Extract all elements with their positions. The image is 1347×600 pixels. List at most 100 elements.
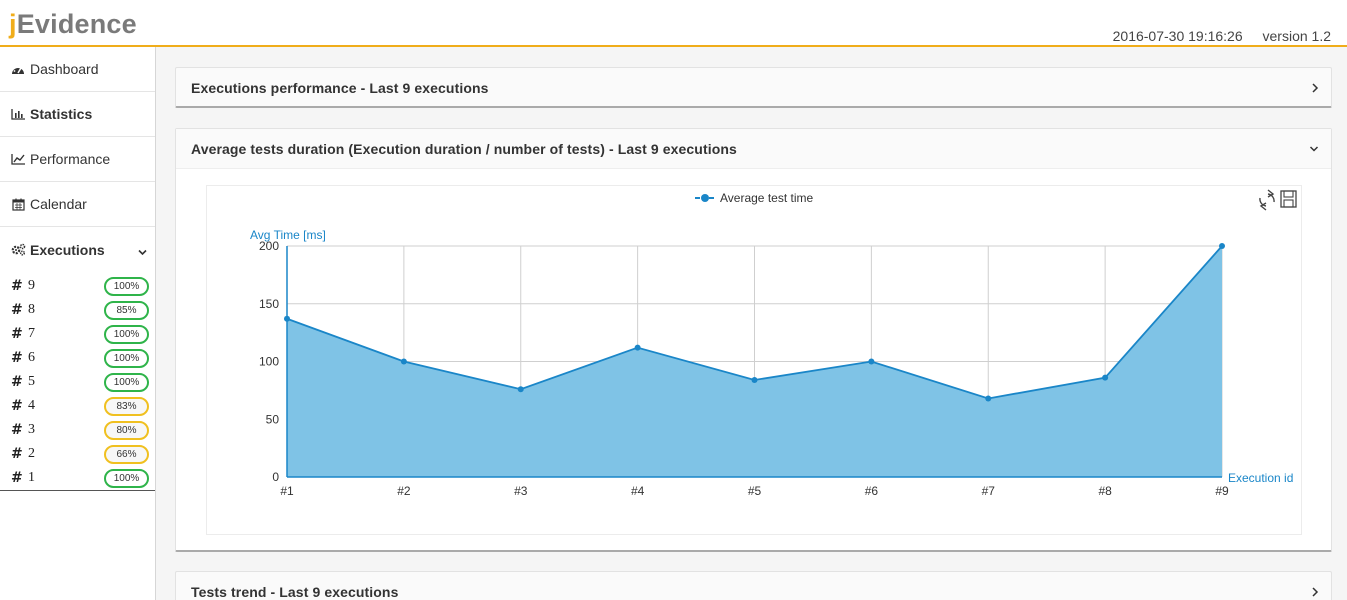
x-axis-label: Execution id: [1228, 471, 1293, 485]
execution-item-8[interactable]: #8 85%: [0, 298, 155, 322]
chevron-down-icon[interactable]: [1309, 142, 1319, 158]
sidebar-item-label: Executions: [30, 241, 105, 258]
y-tick-labels: 050100150200: [259, 239, 279, 484]
execution-item-6[interactable]: #6 100%: [0, 346, 155, 370]
hash-icon: #: [11, 422, 23, 438]
y-tick-label: 0: [272, 470, 279, 484]
sidebar-item-label: Performance: [30, 151, 111, 167]
x-tick-labels: #1 #2 #3 #4 #5 #6 #7 #8 #9: [280, 484, 1229, 498]
x-tick-label: #3: [514, 484, 528, 498]
hash-icon: #: [11, 446, 23, 462]
x-tick-label: #1: [280, 484, 294, 498]
success-rate-badge: 100%: [104, 277, 149, 296]
success-rate-badge: 100%: [104, 373, 149, 392]
avg-duration-chart: #1 #2 #3 #4 #5 #6 #7 #8 #9 0 50 100 150 200 Average …: [206, 185, 1302, 535]
calendar-icon: [10, 197, 26, 211]
sidebar: Dashboard Statistics Performance Calenda…: [0, 47, 156, 600]
tests-trend-panel-header[interactable]: Tests trend - Last 9 executions: [176, 572, 1331, 600]
logo-j: j: [9, 9, 17, 39]
execution-id: 3: [28, 422, 35, 437]
hash-icon: #: [11, 398, 23, 414]
sidebar-item-statistics[interactable]: Statistics: [0, 92, 155, 137]
execution-item-4[interactable]: #4 83%: [0, 394, 155, 418]
execution-id: 8: [28, 302, 35, 317]
sidebar-item-executions[interactable]: Executions: [0, 227, 155, 272]
sidebar-item-dashboard[interactable]: Dashboard: [0, 47, 155, 92]
data-point[interactable]: [985, 395, 992, 402]
data-point[interactable]: [400, 358, 407, 365]
legend-label: Average test time: [720, 191, 813, 205]
executions-list: #9 100% #8 85% #7 100% #6 100% #5 100% #4 83% #3 80% #…: [0, 272, 155, 491]
x-tick-label: #5: [748, 484, 762, 498]
chevron-right-icon[interactable]: [1311, 585, 1319, 600]
panel-title: Executions performance - Last 9 executio…: [191, 80, 489, 96]
chart-svg: #1 #2 #3 #4 #5 #6 #7 #8 #9 050100150200 Average …: [250, 189, 1297, 498]
success-rate-badge: 83%: [104, 397, 149, 416]
success-rate-badge: 100%: [104, 325, 149, 344]
execution-item-5[interactable]: #5 100%: [0, 370, 155, 394]
hash-icon: #: [11, 326, 23, 342]
execution-id: 5: [28, 374, 35, 389]
x-tick-label: #6: [865, 484, 879, 498]
data-point[interactable]: [517, 386, 524, 393]
sidebar-item-label: Statistics: [30, 106, 93, 122]
success-rate-badge: 100%: [104, 469, 149, 488]
panel-title: Average tests duration (Execution durati…: [191, 140, 737, 157]
sidebar-item-performance[interactable]: Performance: [0, 137, 155, 182]
header-datetime: 2016-07-30 19:16:26: [1112, 28, 1243, 44]
chevron-right-icon[interactable]: [1311, 81, 1319, 97]
header-version: version 1.2: [1262, 28, 1331, 44]
hash-icon: #: [11, 350, 23, 366]
execution-id: 9: [28, 278, 35, 293]
avg-duration-panel-header[interactable]: Average tests duration (Execution durati…: [176, 129, 1331, 169]
app-header: jEvidence 2016-07-30 19:16:26 version 1.…: [0, 0, 1347, 47]
execution-id: 2: [28, 446, 35, 461]
success-rate-badge: 66%: [104, 445, 149, 464]
sidebar-item-label: Calendar: [30, 196, 87, 212]
save-image-icon[interactable]: [1280, 190, 1297, 208]
logo-text: Evidence: [16, 9, 137, 39]
execution-item-1[interactable]: #1 100%: [0, 466, 155, 490]
sidebar-item-calendar[interactable]: Calendar: [0, 182, 155, 227]
bar-chart-icon: [10, 107, 26, 121]
data-point[interactable]: [284, 315, 290, 322]
hash-icon: #: [11, 470, 23, 486]
app-logo[interactable]: jEvidence: [9, 9, 137, 40]
execution-id: 4: [28, 398, 35, 413]
data-point[interactable]: [751, 376, 758, 383]
hash-icon: #: [11, 302, 23, 318]
execution-id: 7: [28, 326, 35, 341]
avg-duration-panel: Average tests duration (Execution durati…: [175, 128, 1332, 552]
cogs-icon: [10, 243, 26, 257]
restore-icon[interactable]: [1259, 189, 1275, 211]
y-axis-label: Avg Time [ms]: [250, 228, 326, 242]
y-tick-label: 50: [266, 412, 280, 426]
panel-title: Tests trend - Last 9 executions: [191, 584, 399, 600]
sidebar-item-label: Dashboard: [30, 61, 99, 77]
hash-icon: #: [11, 374, 23, 390]
execution-id: 6: [28, 350, 35, 365]
x-tick-label: #8: [1098, 484, 1112, 498]
data-point[interactable]: [634, 344, 641, 351]
x-tick-label: #7: [982, 484, 996, 498]
y-tick-label: 150: [259, 297, 279, 311]
execution-item-9[interactable]: #9 100%: [0, 274, 155, 298]
execution-item-3[interactable]: #3 80%: [0, 418, 155, 442]
y-tick-label: 100: [259, 355, 279, 369]
execution-item-2[interactable]: #2 66%: [0, 442, 155, 466]
performance-panel: Executions performance - Last 9 executio…: [175, 67, 1332, 108]
success-rate-badge: 100%: [104, 349, 149, 368]
data-point[interactable]: [1219, 243, 1225, 249]
data-point[interactable]: [868, 358, 875, 365]
chart-legend[interactable]: Average test time: [695, 191, 813, 205]
x-tick-label: #4: [631, 484, 645, 498]
x-tick-label: #2: [397, 484, 411, 498]
execution-id: 1: [28, 470, 35, 485]
data-point[interactable]: [1102, 374, 1109, 381]
line-chart-icon: [10, 152, 26, 166]
dashboard-icon: [10, 62, 26, 76]
legend-marker: [701, 194, 709, 202]
execution-item-7[interactable]: #7 100%: [0, 322, 155, 346]
chevron-down-icon[interactable]: [138, 243, 147, 259]
performance-panel-header[interactable]: Executions performance - Last 9 executio…: [176, 68, 1331, 108]
